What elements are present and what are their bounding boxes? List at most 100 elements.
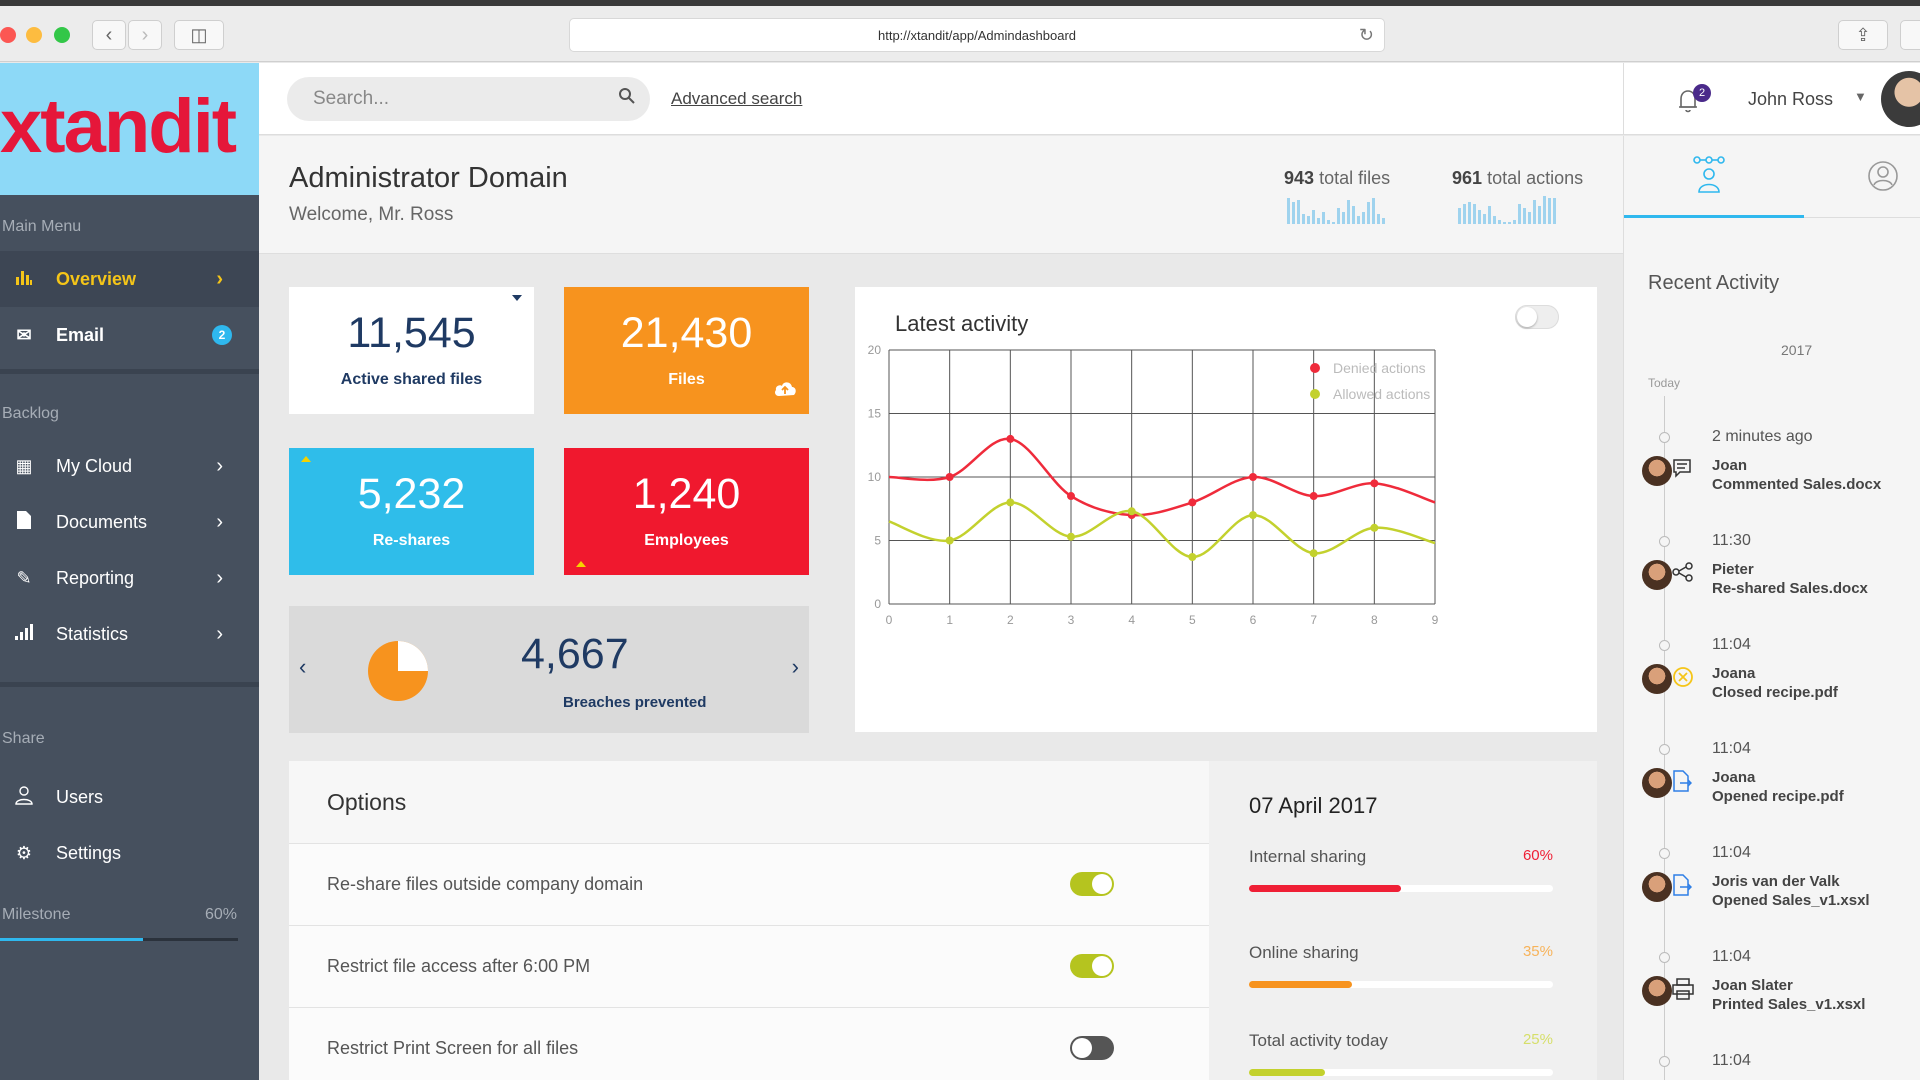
sparkline-bar xyxy=(1528,212,1531,224)
user-name[interactable]: John Ross xyxy=(1748,89,1833,110)
sparkline-bar xyxy=(1458,208,1461,224)
sidebar-item-label: Settings xyxy=(56,842,122,863)
welcome-text: Welcome, Mr. Ross xyxy=(289,204,454,225)
edit-icon: ✎ xyxy=(16,567,32,588)
sidebar-toggle-icon[interactable]: ◫ xyxy=(174,20,224,50)
panel-tabs xyxy=(1624,136,1920,218)
sidebar-item-label: Email xyxy=(56,324,105,345)
cloud-upload-icon xyxy=(773,379,797,402)
data-point xyxy=(1370,479,1379,488)
sidebar-item-email[interactable]: ✉ Email 2 xyxy=(0,307,259,363)
close-window-button[interactable] xyxy=(0,27,16,43)
timeline-dot xyxy=(1659,952,1670,963)
search-placeholder: Search... xyxy=(313,88,390,109)
activity-time: 11:04 xyxy=(1712,740,1751,757)
progress-fill xyxy=(1249,885,1401,892)
chevron-right-icon: › xyxy=(216,267,223,290)
search-input[interactable]: Search... xyxy=(287,77,650,121)
sidebar-item-reporting[interactable]: ✎ Reporting › xyxy=(0,550,259,606)
activity-user: Pieter xyxy=(1712,561,1754,578)
sidebar-item-statistics[interactable]: Statistics › xyxy=(0,606,259,662)
minimize-window-button[interactable] xyxy=(26,27,42,43)
activity-user: Joana xyxy=(1712,769,1756,786)
logo[interactable]: xtandit xyxy=(0,63,259,195)
sparkline-bar xyxy=(1543,196,1546,224)
progress-track xyxy=(1249,1069,1553,1076)
restrict-after-hours-toggle[interactable] xyxy=(1070,954,1114,978)
data-point xyxy=(1006,434,1015,443)
progress-percent: 60% xyxy=(1522,847,1553,864)
actions-sparkline xyxy=(1458,196,1556,224)
address-bar[interactable]: http://xtandit/app/Admindashboard ↻ xyxy=(569,18,1385,52)
sparkline-bar xyxy=(1357,216,1360,224)
data-point xyxy=(1188,553,1197,562)
sidebar-item-documents[interactable]: Documents › xyxy=(0,494,259,550)
files-tile[interactable]: 21,430 Files xyxy=(564,287,809,414)
total-actions-stat: 961 total actions xyxy=(1452,168,1583,189)
legend-label: Denied actions xyxy=(1333,360,1426,376)
document-open-icon xyxy=(1672,770,1693,798)
sparkline-bar xyxy=(1508,222,1511,224)
sparkline-bar xyxy=(1523,208,1526,224)
reshares-tile[interactable]: 5,232 Re-shares xyxy=(289,448,534,575)
timeline-year: 2017 xyxy=(1781,342,1813,358)
sparkline-bar xyxy=(1493,216,1496,224)
page-header: Administrator Domain Welcome, Mr. Ross 9… xyxy=(259,136,1623,254)
activity-time: 11:04 xyxy=(1712,948,1751,965)
share-icon[interactable]: ⇪ xyxy=(1838,20,1888,50)
tab-profile[interactable] xyxy=(1867,160,1899,200)
recent-activity-title: Recent Activity xyxy=(1648,272,1780,294)
main-content: 11,545 Active shared files 21,430 Files … xyxy=(259,255,1623,1080)
sparkline-bar xyxy=(1382,218,1385,224)
sparkline-bar xyxy=(1307,216,1310,224)
sidebar-item-users[interactable]: Users xyxy=(0,769,259,825)
data-point xyxy=(1067,492,1075,501)
total-actions-label: total actions xyxy=(1487,168,1584,188)
browser-toolbar: ‹ › ◫ http://xtandit/app/Admindashboard … xyxy=(0,6,1920,62)
option-label: Restrict Print Screen for all files xyxy=(327,1038,579,1058)
divider xyxy=(0,369,259,374)
sparkline-bar xyxy=(1377,214,1380,224)
grid-icon: ▦ xyxy=(15,455,33,476)
sidebar-item-overview[interactable]: Overview › xyxy=(0,251,259,307)
maximize-window-button[interactable] xyxy=(54,27,70,43)
document-icon xyxy=(12,510,36,534)
avatar[interactable] xyxy=(1881,71,1920,127)
data-point xyxy=(1127,507,1136,516)
user-bar: 2 John Ross ▼ xyxy=(1623,63,1920,135)
x-tick-label: 0 xyxy=(886,613,893,627)
chevron-right-icon[interactable]: › xyxy=(792,654,799,680)
employees-tile[interactable]: 1,240 Employees xyxy=(564,448,809,575)
forward-icon[interactable]: › xyxy=(128,20,162,50)
chevron-left-icon[interactable]: ‹ xyxy=(299,654,306,680)
sparkline-bar xyxy=(1302,214,1305,224)
active-shared-files-tile[interactable]: 11,545 Active shared files xyxy=(289,287,534,414)
caret-down-icon[interactable]: ▼ xyxy=(1854,89,1867,104)
search-icon[interactable] xyxy=(618,87,636,110)
sidebar-item-settings[interactable]: ⚙ Settings xyxy=(0,825,259,881)
avatar xyxy=(1642,872,1672,902)
total-activity-progress: Total activity today 25% xyxy=(1249,1031,1553,1076)
timeline-dot xyxy=(1659,640,1670,651)
back-icon[interactable]: ‹ xyxy=(92,20,126,50)
sparkline-bar xyxy=(1352,206,1355,224)
tabs-overview-button[interactable] xyxy=(1900,20,1920,50)
reload-icon[interactable]: ↻ xyxy=(1359,25,1374,46)
reshare-outside-toggle[interactable] xyxy=(1070,872,1114,896)
tab-network-user[interactable] xyxy=(1692,156,1726,202)
sparkline-bar xyxy=(1498,220,1501,224)
sidebar-item-my-cloud[interactable]: ▦ My Cloud › xyxy=(0,438,259,494)
signal-bars-icon xyxy=(12,623,36,645)
sidebar-item-label: Statistics xyxy=(56,623,129,644)
restrict-print-screen-toggle[interactable] xyxy=(1070,1036,1114,1060)
x-tick-label: 4 xyxy=(1128,613,1135,627)
activity-user: Joris van der Valk xyxy=(1712,873,1840,890)
option-label: Re-share files outside company domain xyxy=(327,874,644,894)
progress-percent: 25% xyxy=(1522,1031,1553,1048)
date-title: 07 April 2017 xyxy=(1249,793,1378,818)
activity-action: Opened recipe.pdf xyxy=(1712,788,1844,805)
caret-down-icon xyxy=(512,295,522,301)
pie-icon xyxy=(367,640,429,707)
breaches-value: 4,667 xyxy=(521,630,629,678)
advanced-search-link[interactable]: Advanced search xyxy=(671,89,802,109)
